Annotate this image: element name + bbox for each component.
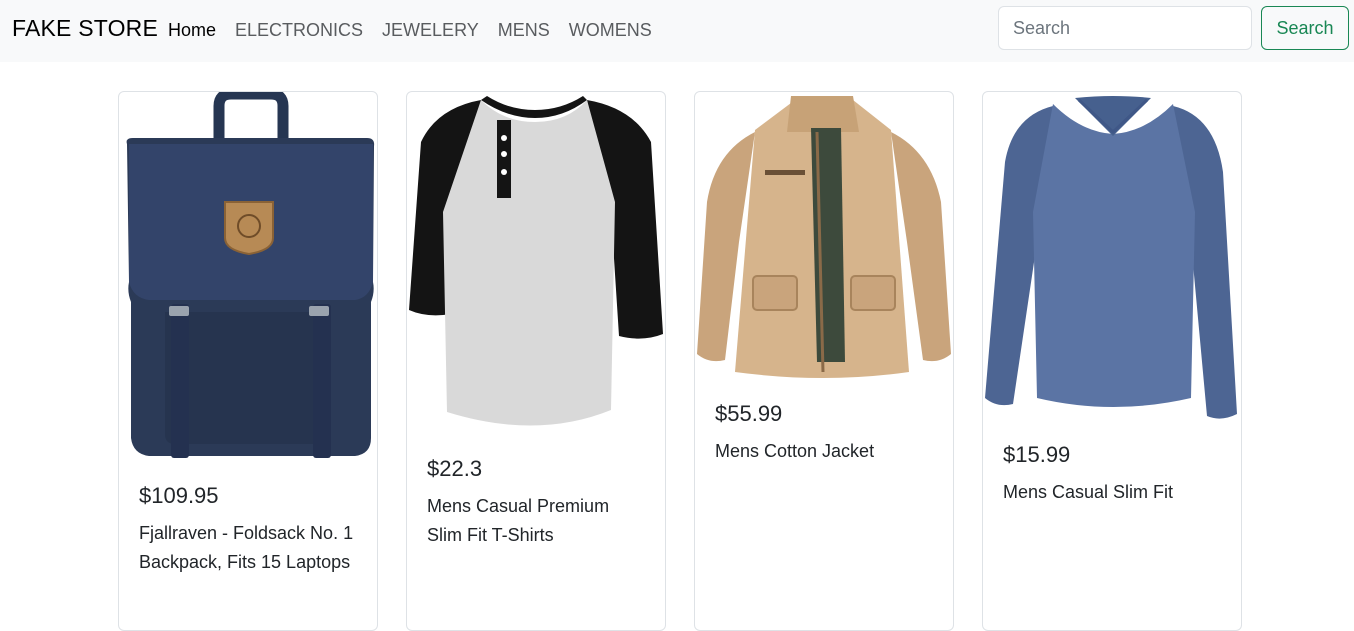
product-title[interactable]: Mens Casual Slim Fit [1003,478,1223,507]
product-price: $15.99 [1003,442,1071,467]
product-card[interactable]: $109.95 Fjallraven - Foldsack No. 1 Back… [118,91,378,631]
product-price: $109.95 [139,483,219,508]
nav-link-mens[interactable]: MENS [498,19,550,41]
product-image-jacket [697,96,951,378]
product-title[interactable]: Mens Casual Premium Slim Fit T-Shirts [427,492,647,550]
product-title[interactable]: Fjallraven - Foldsack No. 1 Backpack, Fi… [139,519,359,577]
search-button[interactable]: Search [1261,6,1349,50]
search-input[interactable] [998,6,1252,50]
nav-link-womens[interactable]: WOMENS [569,19,652,41]
product-card[interactable]: $55.99 Mens Cotton Jacket [694,91,954,631]
main-nav: Home ELECTRONICS JEWELERY MENS WOMENS [168,19,671,41]
product-image-tshirt [409,96,663,426]
product-card[interactable]: $15.99 Mens Casual Slim Fit [982,91,1242,631]
nav-link-electronics[interactable]: ELECTRONICS [235,19,363,41]
nav-link-home[interactable]: Home [168,19,216,41]
product-price: $55.99 [715,401,783,426]
product-image-backpack [126,92,375,458]
product-card[interactable]: $22.3 Mens Casual Premium Slim Fit T-Shi… [406,91,666,631]
product-price: $22.3 [427,456,483,481]
nav-link-jewelery[interactable]: JEWELERY [382,19,479,41]
product-title[interactable]: Mens Cotton Jacket [715,437,935,466]
brand-logo[interactable]: FAKE STORE [12,15,158,42]
product-image-longsleeve [985,96,1237,419]
navbar: FAKE STORE Home ELECTRONICS JEWELERY MEN… [0,0,1354,62]
